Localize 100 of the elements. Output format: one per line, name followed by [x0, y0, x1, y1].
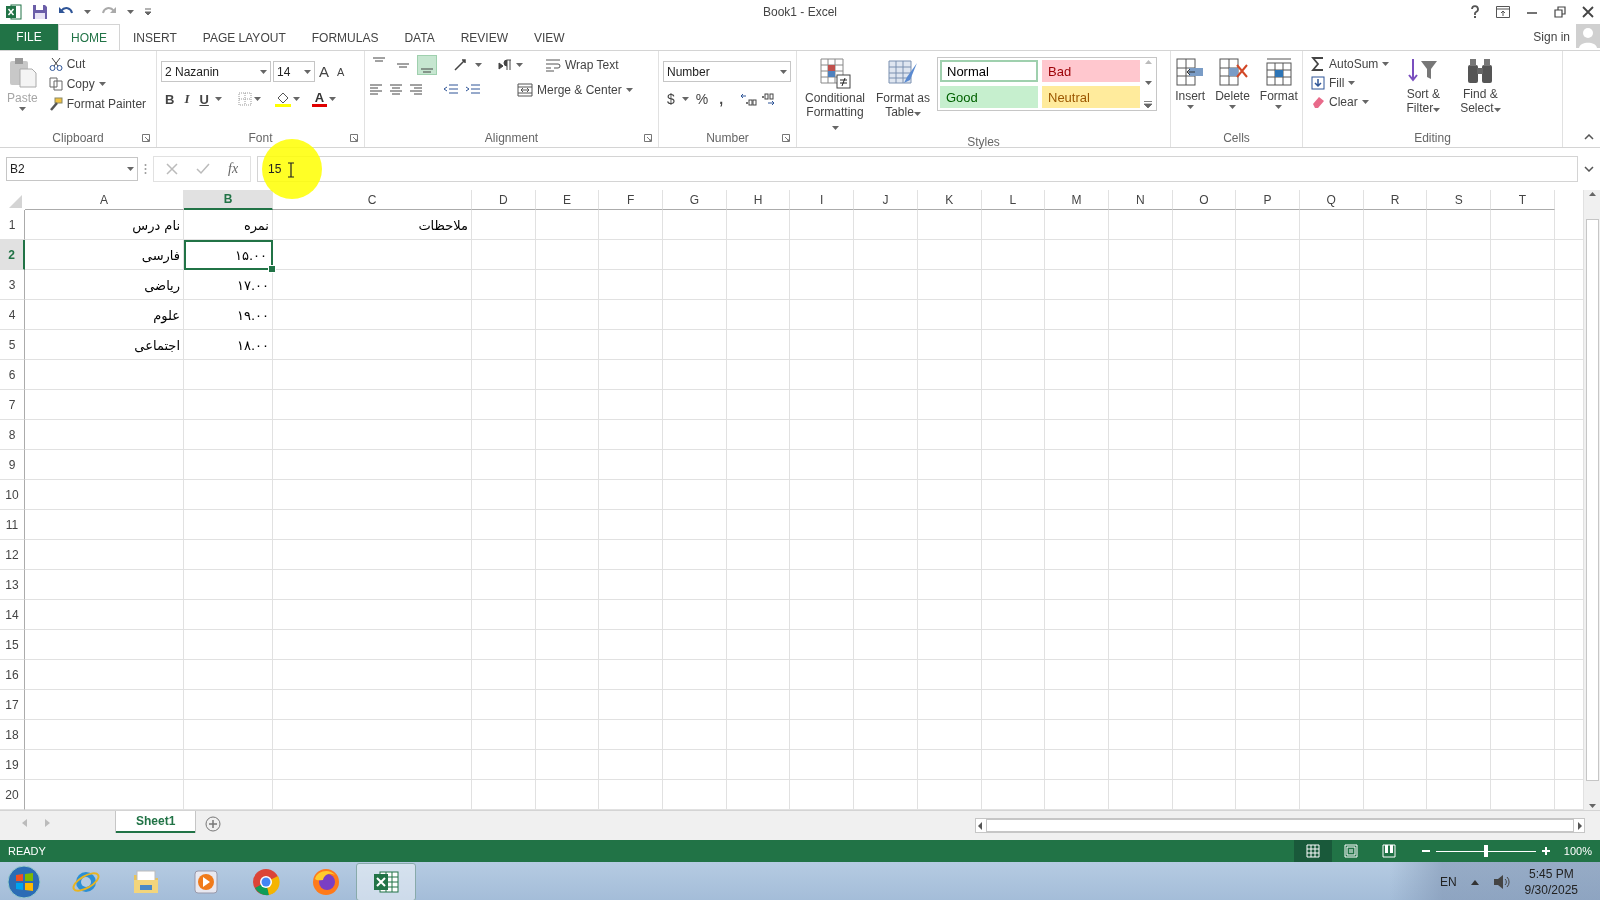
- row-header[interactable]: 2: [0, 240, 25, 270]
- row-header[interactable]: 8: [0, 420, 25, 450]
- ribbon-tab[interactable]: FORMULAS: [298, 24, 392, 50]
- dialog-launcher-icon[interactable]: [350, 134, 358, 142]
- column-header[interactable]: H: [726, 190, 791, 210]
- enter-check-icon[interactable]: [196, 163, 210, 175]
- horizontal-scrollbar[interactable]: [975, 818, 1585, 833]
- chrome-icon[interactable]: [251, 867, 281, 897]
- file-tab[interactable]: FILE: [0, 24, 58, 50]
- format-painter-button[interactable]: Format Painter: [44, 95, 151, 113]
- column-header[interactable]: M: [1045, 190, 1109, 210]
- ribbon-tab[interactable]: REVIEW: [447, 24, 521, 50]
- column-header[interactable]: G: [663, 190, 727, 210]
- underline-button[interactable]: U: [195, 90, 213, 108]
- format-as-table-button[interactable]: Format as Table: [873, 55, 933, 135]
- column-header[interactable]: T: [1491, 190, 1555, 210]
- table-cell[interactable]: ۱۵.۰۰: [184, 240, 273, 270]
- scroll-up-icon[interactable]: [1588, 192, 1596, 196]
- tray-expand-icon[interactable]: [1470, 879, 1479, 885]
- row-header[interactable]: 14: [0, 600, 25, 630]
- firefox-icon[interactable]: [311, 867, 341, 897]
- column-header[interactable]: F: [599, 190, 664, 210]
- taskbar-app-button[interactable]: [356, 863, 416, 900]
- cell-style-swatch[interactable]: Bad: [1042, 60, 1140, 82]
- ribbon-tab[interactable]: HOME: [58, 24, 120, 51]
- cells-button[interactable]: Delete: [1212, 55, 1253, 129]
- table-cell[interactable]: فارسی: [25, 240, 184, 270]
- scroll-left-icon[interactable]: [976, 821, 984, 830]
- scroll-down-icon[interactable]: [1588, 804, 1596, 808]
- decrease-indent-icon[interactable]: [443, 83, 459, 97]
- ribbon-tab[interactable]: PAGE LAYOUT: [189, 24, 299, 50]
- start-button-icon[interactable]: [6, 864, 42, 900]
- zoom-level[interactable]: 100%: [1563, 845, 1592, 857]
- scroll-down-icon[interactable]: [1144, 80, 1152, 85]
- shrink-font-button[interactable]: A: [333, 64, 349, 79]
- formula-input[interactable]: 15: [257, 156, 1578, 182]
- column-header[interactable]: B: [184, 190, 273, 210]
- increase-decimal-icon[interactable]: [739, 92, 758, 106]
- fill-handle[interactable]: [268, 265, 276, 273]
- ribbon-tab[interactable]: INSERT: [120, 24, 190, 50]
- column-header[interactable]: L: [981, 190, 1046, 210]
- view-button[interactable]: [1293, 840, 1332, 862]
- autosum-button[interactable]: AutoSum: [1307, 55, 1394, 73]
- row-header[interactable]: 17: [0, 690, 25, 720]
- vertical-align-button[interactable]: [417, 55, 437, 75]
- row-header[interactable]: 10: [0, 480, 25, 510]
- sheet-tab[interactable]: Sheet1: [116, 811, 196, 833]
- grow-font-button[interactable]: A: [315, 62, 333, 81]
- ribbon-display-icon[interactable]: [1496, 6, 1510, 18]
- scroll-right-icon[interactable]: [1576, 821, 1584, 830]
- ribbon-tab[interactable]: VIEW: [521, 24, 578, 50]
- cell-style-swatch[interactable]: Good: [940, 86, 1038, 108]
- fill-button[interactable]: Fill: [1307, 74, 1394, 92]
- copy-button[interactable]: Copy: [44, 75, 151, 93]
- table-cell[interactable]: ملاحظات: [273, 210, 472, 240]
- column-header[interactable]: N: [1108, 190, 1173, 210]
- media-player-icon[interactable]: [191, 867, 221, 897]
- fill-color-icon[interactable]: [274, 91, 291, 107]
- row-header[interactable]: 6: [0, 360, 25, 390]
- language-indicator[interactable]: EN: [1439, 875, 1457, 889]
- column-header[interactable]: P: [1236, 190, 1300, 210]
- column-header[interactable]: D: [472, 190, 536, 210]
- speaker-icon[interactable]: [1492, 874, 1511, 890]
- clear-button[interactable]: Clear: [1307, 93, 1394, 111]
- text-direction-icon[interactable]: [498, 58, 512, 72]
- table-cell[interactable]: ۱۸.۰۰: [184, 330, 273, 360]
- column-header[interactable]: A: [25, 190, 184, 210]
- font-color-button[interactable]: A: [311, 91, 328, 107]
- column-header[interactable]: E: [535, 190, 600, 210]
- restore-icon[interactable]: [1554, 6, 1566, 18]
- italic-button[interactable]: I: [180, 90, 194, 108]
- column-header[interactable]: J: [854, 190, 918, 210]
- close-icon[interactable]: [1582, 6, 1594, 18]
- zoom-in-icon[interactable]: [1541, 847, 1550, 855]
- cut-button[interactable]: Cut: [44, 55, 151, 73]
- sign-in-link[interactable]: Sign in: [1533, 30, 1570, 44]
- table-cell[interactable]: نام درس: [25, 210, 184, 240]
- row-header[interactable]: 5: [0, 330, 25, 360]
- font-size-dropdown[interactable]: 14: [273, 61, 315, 82]
- align-right-icon[interactable]: [409, 83, 423, 97]
- column-header[interactable]: K: [917, 190, 982, 210]
- wrap-text-button[interactable]: Wrap Text: [541, 56, 623, 74]
- merge-center-button[interactable]: Merge & Center: [513, 81, 637, 99]
- percent-button[interactable]: %: [691, 90, 713, 108]
- number-format-dropdown[interactable]: Number: [663, 61, 791, 82]
- table-cell[interactable]: ۱۹.۰۰: [184, 300, 273, 330]
- increase-indent-icon[interactable]: [465, 83, 481, 97]
- add-sheet-icon[interactable]: [205, 816, 222, 832]
- table-cell[interactable]: ۱۷.۰۰: [184, 270, 273, 300]
- currency-button[interactable]: $: [663, 90, 679, 108]
- column-header[interactable]: Q: [1299, 190, 1364, 210]
- scrollbar-thumb[interactable]: [1585, 219, 1599, 781]
- column-header[interactable]: R: [1363, 190, 1428, 210]
- name-box[interactable]: B2: [6, 157, 138, 181]
- row-header[interactable]: 7: [0, 390, 25, 420]
- align-left-icon[interactable]: [369, 83, 383, 97]
- dialog-launcher-icon[interactable]: [782, 134, 790, 142]
- find-select-button[interactable]: Find & Select: [1453, 55, 1508, 129]
- cells-button[interactable]: Format: [1256, 55, 1301, 129]
- row-header[interactable]: 4: [0, 300, 25, 330]
